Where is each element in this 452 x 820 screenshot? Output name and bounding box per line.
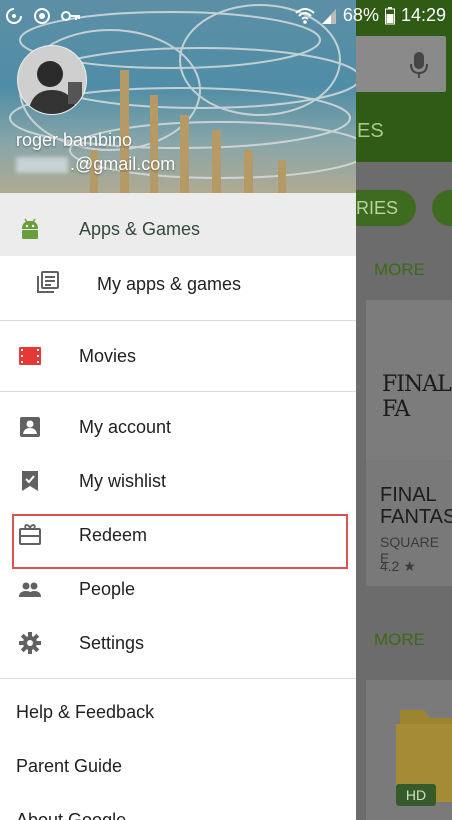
menu-item-my-apps[interactable]: My apps & games [0,256,356,312]
account-box-icon [20,417,40,437]
more-link[interactable]: MORE [374,260,425,280]
email-redaction [16,156,68,173]
menu-label: Help & Feedback [16,702,155,722]
status-right: 68% 14:29 [295,5,446,26]
account-name: roger bambino [16,130,133,150]
star-icon: ★ [403,558,416,574]
more-link[interactable]: MORE [374,630,425,650]
status-bar: 68% 14:29 [0,0,452,32]
tab-partial-label[interactable]: ES [357,120,384,143]
menu-label: People [79,578,136,599]
bookmark-check-icon [22,471,38,491]
notification-icons [4,6,82,26]
account-email: .@gmail.com [16,154,175,175]
menu-item-movies[interactable]: Movies [0,329,356,383]
menu-label: My apps & games [97,273,242,294]
menu-item-apps-games[interactable]: Apps & Games [0,193,356,256]
menu-item-about[interactable]: About Google [0,795,356,820]
gear-icon [19,632,41,654]
menu-item-settings[interactable]: Settings [0,616,356,670]
menu-item-parent-guide[interactable]: Parent Guide [0,741,356,795]
clock: 14:29 [400,5,446,25]
menu-label: My wishlist [79,470,167,491]
menu-label: My account [79,416,172,437]
menu-label: Apps & Games [79,219,201,239]
battery-percent: 68% [342,5,379,25]
menu-label: Parent Guide [16,756,123,776]
people-icon [19,582,41,597]
account-email-domain: .@gmail.com [70,154,176,174]
menu-label: Settings [79,632,145,653]
android-icon [22,218,38,239]
divider [0,678,356,679]
app-card[interactable]: HD [366,680,452,820]
menu-item-people[interactable]: People [0,562,356,616]
menu-item-my-account[interactable]: My account [0,400,356,454]
battery-icon [384,6,395,24]
folder-app-icon: HD [396,710,452,806]
final-fantasy-logo: FINAL FA [382,372,452,422]
drawer-menu: Apps & Games My apps & games Movies My a… [0,193,356,820]
menu-label: About Google [16,810,127,820]
menu-item-my-wishlist[interactable]: My wishlist [0,454,356,508]
avatar[interactable] [17,45,87,115]
sync-icon [6,8,22,24]
signal-icon [321,8,336,24]
divider [0,320,356,321]
divider [0,391,356,392]
rating-value: 4.2 [380,558,400,574]
film-icon [19,347,41,365]
menu-item-help[interactable]: Help & Feedback [0,687,356,741]
library-icon [37,271,59,293]
mic-icon[interactable] [408,50,430,80]
app-card-rating: 4.2 ★ [380,558,416,575]
menu-label: Movies [79,345,137,366]
wifi-icon [295,7,315,24]
redeem-highlight-box [12,514,348,569]
navigation-drawer: roger bambino .@gmail.com Apps & Games M… [0,0,356,820]
app-card-title: FINAL FANTAS [380,484,452,528]
hd-badge: HD [406,787,426,803]
key-icon [61,11,80,21]
data-saver-icon [34,8,50,24]
